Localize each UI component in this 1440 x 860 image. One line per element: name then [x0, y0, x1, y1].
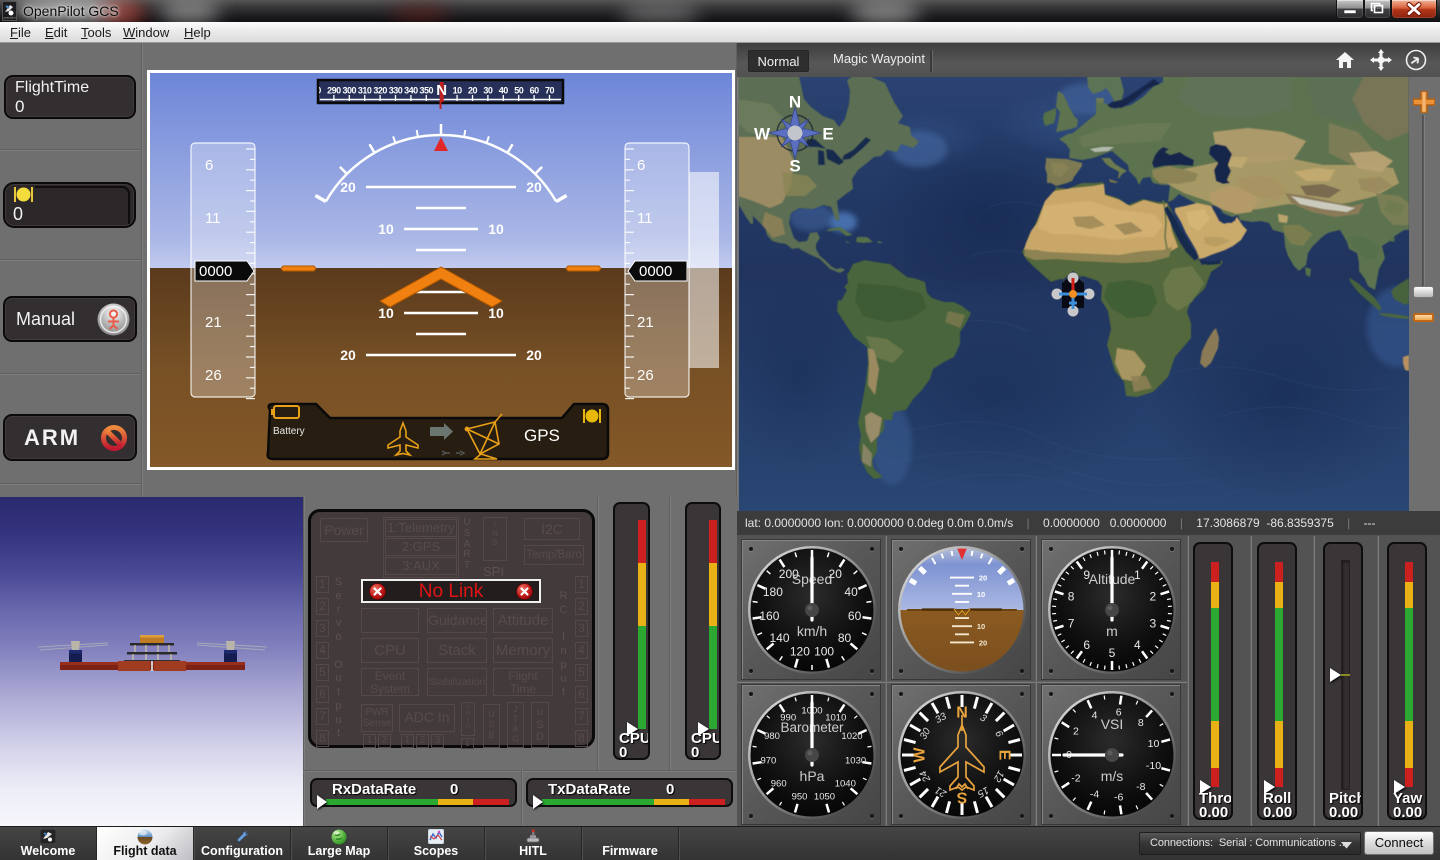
- svg-text:10: 10: [977, 590, 985, 599]
- svg-text:6: 6: [205, 157, 213, 174]
- svg-text:N: N: [436, 82, 447, 99]
- svg-text:70: 70: [545, 86, 555, 96]
- svg-text:2: 2: [1073, 726, 1079, 738]
- svg-text:20: 20: [340, 179, 356, 195]
- svg-text:120: 120: [790, 644, 810, 658]
- svg-text:20: 20: [340, 347, 356, 363]
- svg-text:10: 10: [488, 221, 504, 237]
- svg-text:10: 10: [977, 622, 985, 631]
- svg-text:320: 320: [373, 86, 387, 96]
- svg-text:4: 4: [1092, 710, 1098, 722]
- svg-text:310: 310: [358, 86, 372, 96]
- svg-text:8: 8: [1068, 590, 1075, 604]
- svg-text:140: 140: [769, 631, 789, 645]
- svg-text:20: 20: [979, 574, 987, 583]
- svg-text:26: 26: [205, 367, 222, 384]
- svg-text:340: 340: [404, 86, 418, 96]
- svg-text:180: 180: [763, 585, 783, 599]
- svg-text:5: 5: [1109, 646, 1116, 660]
- svg-text:0000: 0000: [639, 263, 672, 280]
- svg-text:40: 40: [499, 86, 509, 96]
- svg-text:30: 30: [483, 86, 493, 96]
- svg-text:Battery: Battery: [273, 426, 305, 437]
- svg-text:VSI: VSI: [1101, 716, 1124, 732]
- svg-text:10: 10: [378, 221, 394, 237]
- svg-text:1030: 1030: [845, 756, 866, 767]
- svg-text:N: N: [789, 93, 801, 112]
- svg-text:6: 6: [1083, 638, 1090, 652]
- svg-text:m/s: m/s: [1101, 768, 1124, 784]
- svg-text:970: 970: [760, 756, 776, 767]
- svg-text:290: 290: [327, 86, 341, 96]
- svg-text:m: m: [1106, 623, 1118, 639]
- svg-text:10: 10: [378, 305, 394, 321]
- svg-text:11: 11: [205, 210, 221, 227]
- svg-text:-6: -6: [1114, 792, 1123, 804]
- svg-text:-10: -10: [1146, 760, 1161, 772]
- svg-text:26: 26: [637, 367, 654, 384]
- svg-text:10: 10: [1148, 738, 1160, 750]
- svg-text:7: 7: [1068, 616, 1075, 630]
- svg-text:-8: -8: [1136, 781, 1145, 793]
- svg-text:10: 10: [453, 86, 463, 96]
- svg-text:S: S: [789, 157, 800, 176]
- svg-text:0000: 0000: [199, 263, 232, 280]
- svg-text:openpilot: openpilot: [3, 16, 15, 20]
- svg-text:-2: -2: [1071, 772, 1080, 784]
- svg-text:160: 160: [759, 609, 779, 623]
- svg-text:E: E: [996, 750, 1013, 761]
- svg-text:20: 20: [526, 179, 542, 195]
- svg-text:21: 21: [205, 314, 222, 331]
- svg-text:20: 20: [468, 86, 478, 96]
- svg-text:300: 300: [343, 86, 357, 96]
- svg-text:980: 980: [764, 731, 780, 742]
- svg-text:6: 6: [637, 157, 645, 174]
- svg-text:60: 60: [848, 609, 862, 623]
- svg-text:960: 960: [771, 778, 787, 789]
- svg-text:S: S: [956, 789, 967, 806]
- svg-text:21: 21: [637, 314, 654, 331]
- svg-text:50: 50: [514, 86, 524, 96]
- svg-text:3: 3: [1150, 616, 1157, 630]
- svg-text:11: 11: [637, 210, 653, 227]
- svg-text:350: 350: [420, 86, 434, 96]
- svg-text:-4: -4: [1090, 788, 1099, 800]
- svg-text:1040: 1040: [835, 778, 856, 789]
- svg-text:W: W: [754, 125, 771, 144]
- svg-text:80: 80: [838, 631, 852, 645]
- svg-text:330: 330: [389, 86, 403, 96]
- svg-text:60: 60: [530, 86, 540, 96]
- svg-text:10: 10: [488, 305, 504, 321]
- svg-text:8: 8: [1138, 717, 1144, 729]
- svg-text:hPa: hPa: [800, 768, 825, 784]
- svg-text:40: 40: [844, 585, 858, 599]
- svg-text:km/h: km/h: [797, 623, 827, 639]
- svg-text:100: 100: [814, 644, 834, 658]
- svg-text:1050: 1050: [814, 792, 835, 803]
- svg-text:4: 4: [1134, 638, 1141, 652]
- svg-text:20: 20: [526, 347, 542, 363]
- svg-text:1020: 1020: [841, 731, 862, 742]
- svg-text:GPS: GPS: [524, 426, 560, 445]
- svg-text:W: W: [912, 747, 929, 763]
- svg-text:20: 20: [979, 638, 987, 647]
- svg-text:2: 2: [1150, 590, 1157, 604]
- svg-text:950: 950: [792, 792, 808, 803]
- svg-text:E: E: [822, 125, 833, 144]
